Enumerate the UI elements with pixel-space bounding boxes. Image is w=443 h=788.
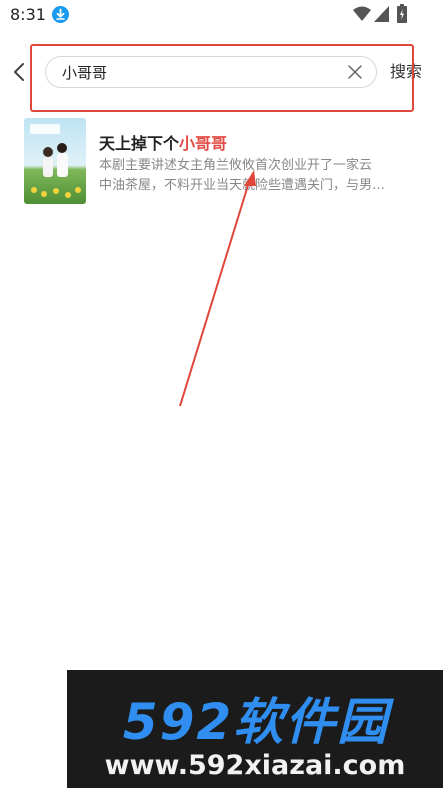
watermark-url: www.592xiazai.com [104, 750, 406, 781]
result-title-keyword: 小哥哥 [179, 134, 228, 153]
result-description: 本剧主要讲述女主角兰攸攸首次创业开了一家云 中油茶屋，不料开业当天就险些遭遇关门… [99, 156, 419, 196]
cellular-icon [374, 6, 389, 22]
search-button[interactable]: 搜索 [390, 58, 422, 82]
result-title-prefix: 天上掉下个 [99, 134, 180, 153]
result-description-line-2: 中油茶屋，不料开业当天就险些遭遇关门，与男… [99, 178, 386, 193]
battery-icon [397, 4, 407, 23]
watermark-banner: 592软件园 www.592xiazai.com [67, 670, 443, 788]
wifi-icon [353, 6, 371, 21]
status-bar: 8:31 [0, 0, 443, 32]
search-box[interactable] [45, 56, 377, 88]
result-description-line-1: 本剧主要讲述女主角兰攸攸首次创业开了一家云 [99, 158, 373, 173]
download-icon [52, 6, 69, 23]
status-time: 8:31 [10, 5, 46, 24]
clear-icon[interactable] [348, 65, 362, 79]
watermark-brand: 592软件园 [122, 693, 390, 751]
poster-thumbnail [24, 118, 86, 204]
result-title: 天上掉下个小哥哥 [99, 130, 227, 154]
back-icon[interactable] [10, 60, 30, 84]
search-input[interactable] [62, 61, 332, 83]
result-item[interactable]: 天上掉下个小哥哥 本剧主要讲述女主角兰攸攸首次创业开了一家云 中油茶屋，不料开业… [24, 118, 424, 208]
